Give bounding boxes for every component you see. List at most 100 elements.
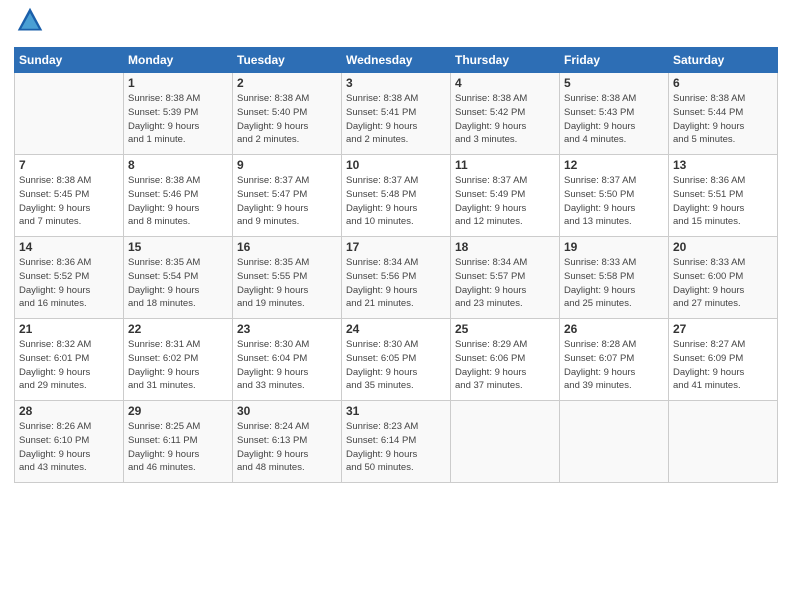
day-info: Sunrise: 8:34 AMSunset: 5:57 PMDaylight:… xyxy=(455,256,555,311)
day-number: 17 xyxy=(346,240,446,254)
day-info: Sunrise: 8:38 AMSunset: 5:42 PMDaylight:… xyxy=(455,92,555,147)
weekday-header: Wednesday xyxy=(342,48,451,73)
day-number: 16 xyxy=(237,240,337,254)
day-info: Sunrise: 8:37 AMSunset: 5:49 PMDaylight:… xyxy=(455,174,555,229)
calendar-day-cell: 15Sunrise: 8:35 AMSunset: 5:54 PMDayligh… xyxy=(124,237,233,319)
calendar-day-cell: 30 Sunrise: 8:24 AMSunset: 6:13 PMDayligh… xyxy=(233,401,342,483)
calendar-week-row: 1 Sunrise: 8:38 AMSunset: 5:39 PMDaylight… xyxy=(15,73,778,155)
calendar-day-cell: 4 Sunrise: 8:38 AMSunset: 5:42 PMDaylight… xyxy=(451,73,560,155)
calendar-day-cell: 20 Sunrise: 8:33 AMSunset: 6:00 PMDayligh… xyxy=(669,237,778,319)
day-info: Sunrise: 8:38 AMSunset: 5:39 PMDaylight:… xyxy=(128,92,228,147)
day-info: Sunrise: 8:38 AMSunset: 5:44 PMDaylight:… xyxy=(673,92,773,147)
calendar-day-cell: 2 Sunrise: 8:38 AMSunset: 5:40 PMDaylight… xyxy=(233,73,342,155)
calendar-day-cell: 18 Sunrise: 8:34 AMSunset: 5:57 PMDayligh… xyxy=(451,237,560,319)
calendar-day-cell xyxy=(669,401,778,483)
day-number: 2 xyxy=(237,76,337,90)
calendar-table: SundayMondayTuesdayWednesdayThursdayFrid… xyxy=(14,47,778,483)
day-number: 4 xyxy=(455,76,555,90)
day-number: 25 xyxy=(455,322,555,336)
day-info: Sunrise: 8:27 AMSunset: 6:09 PMDaylight:… xyxy=(673,338,773,393)
day-info: Sunrise: 8:28 AMSunset: 6:07 PMDaylight:… xyxy=(564,338,664,393)
calendar-day-cell: 9Sunrise: 8:37 AMSunset: 5:47 PMDaylight… xyxy=(233,155,342,237)
logo xyxy=(14,10,44,39)
day-number: 11 xyxy=(455,158,555,172)
day-info: Sunrise: 8:35 AMSunset: 5:55 PMDaylight:… xyxy=(237,256,337,311)
calendar-day-cell: 1 Sunrise: 8:38 AMSunset: 5:39 PMDaylight… xyxy=(124,73,233,155)
calendar-day-cell: 22 Sunrise: 8:31 AMSunset: 6:02 PMDayligh… xyxy=(124,319,233,401)
day-info: Sunrise: 8:30 AMSunset: 6:04 PMDaylight:… xyxy=(237,338,337,393)
day-info: Sunrise: 8:33 AMSunset: 5:58 PMDaylight:… xyxy=(564,256,664,311)
day-info: Sunrise: 8:37 AMSunset: 5:47 PMDaylight:… xyxy=(237,174,337,229)
day-number: 22 xyxy=(128,322,228,336)
day-info: Sunrise: 8:26 AMSunset: 6:10 PMDaylight:… xyxy=(19,420,119,475)
weekday-header: Sunday xyxy=(15,48,124,73)
calendar-day-cell: 11 Sunrise: 8:37 AMSunset: 5:49 PMDayligh… xyxy=(451,155,560,237)
weekday-header: Saturday xyxy=(669,48,778,73)
day-info: Sunrise: 8:24 AMSunset: 6:13 PMDaylight:… xyxy=(237,420,337,475)
calendar-day-cell: 29 Sunrise: 8:25 AMSunset: 6:11 PMDayligh… xyxy=(124,401,233,483)
day-info: Sunrise: 8:33 AMSunset: 6:00 PMDaylight:… xyxy=(673,256,773,311)
day-info: Sunrise: 8:36 AMSunset: 5:52 PMDaylight:… xyxy=(19,256,119,311)
day-number: 13 xyxy=(673,158,773,172)
calendar-day-cell: 24Sunrise: 8:30 AMSunset: 6:05 PMDayligh… xyxy=(342,319,451,401)
calendar-day-cell: 12 Sunrise: 8:37 AMSunset: 5:50 PMDayligh… xyxy=(560,155,669,237)
calendar-day-cell: 17 Sunrise: 8:34 AMSunset: 5:56 PMDayligh… xyxy=(342,237,451,319)
day-info: Sunrise: 8:29 AMSunset: 6:06 PMDaylight:… xyxy=(455,338,555,393)
calendar-day-cell: 21 Sunrise: 8:32 AMSunset: 6:01 PMDayligh… xyxy=(15,319,124,401)
day-number: 23 xyxy=(237,322,337,336)
day-number: 14 xyxy=(19,240,119,254)
day-info: Sunrise: 8:38 AMSunset: 5:40 PMDaylight:… xyxy=(237,92,337,147)
calendar-day-cell: 26Sunrise: 8:28 AMSunset: 6:07 PMDayligh… xyxy=(560,319,669,401)
weekday-header: Friday xyxy=(560,48,669,73)
day-info: Sunrise: 8:25 AMSunset: 6:11 PMDaylight:… xyxy=(128,420,228,475)
weekday-header: Thursday xyxy=(451,48,560,73)
day-info: Sunrise: 8:34 AMSunset: 5:56 PMDaylight:… xyxy=(346,256,446,311)
day-number: 20 xyxy=(673,240,773,254)
calendar-day-cell: 25 Sunrise: 8:29 AMSunset: 6:06 PMDayligh… xyxy=(451,319,560,401)
day-info: Sunrise: 8:23 AMSunset: 6:14 PMDaylight:… xyxy=(346,420,446,475)
day-number: 31 xyxy=(346,404,446,418)
calendar-day-cell: 14 Sunrise: 8:36 AMSunset: 5:52 PMDayligh… xyxy=(15,237,124,319)
calendar-day-cell xyxy=(15,73,124,155)
day-number: 7 xyxy=(19,158,119,172)
page-container: SundayMondayTuesdayWednesdayThursdayFrid… xyxy=(0,0,792,493)
day-number: 27 xyxy=(673,322,773,336)
day-number: 28 xyxy=(19,404,119,418)
day-info: Sunrise: 8:38 AMSunset: 5:45 PMDaylight:… xyxy=(19,174,119,229)
calendar-day-cell: 6 Sunrise: 8:38 AMSunset: 5:44 PMDaylight… xyxy=(669,73,778,155)
day-number: 1 xyxy=(128,76,228,90)
day-number: 29 xyxy=(128,404,228,418)
calendar-day-cell: 5Sunrise: 8:38 AMSunset: 5:43 PMDaylight… xyxy=(560,73,669,155)
calendar-day-cell: 28 Sunrise: 8:26 AMSunset: 6:10 PMDayligh… xyxy=(15,401,124,483)
calendar-day-cell: 27 Sunrise: 8:27 AMSunset: 6:09 PMDayligh… xyxy=(669,319,778,401)
day-info: Sunrise: 8:38 AMSunset: 5:41 PMDaylight:… xyxy=(346,92,446,147)
day-info: Sunrise: 8:38 AMSunset: 5:46 PMDaylight:… xyxy=(128,174,228,229)
calendar-week-row: 7 Sunrise: 8:38 AMSunset: 5:45 PMDaylight… xyxy=(15,155,778,237)
day-number: 10 xyxy=(346,158,446,172)
day-info: Sunrise: 8:36 AMSunset: 5:51 PMDaylight:… xyxy=(673,174,773,229)
day-info: Sunrise: 8:38 AMSunset: 5:43 PMDaylight:… xyxy=(564,92,664,147)
calendar-day-cell: 8 Sunrise: 8:38 AMSunset: 5:46 PMDaylight… xyxy=(124,155,233,237)
day-info: Sunrise: 8:31 AMSunset: 6:02 PMDaylight:… xyxy=(128,338,228,393)
day-number: 19 xyxy=(564,240,664,254)
day-number: 21 xyxy=(19,322,119,336)
day-number: 8 xyxy=(128,158,228,172)
calendar-day-cell: 19 Sunrise: 8:33 AMSunset: 5:58 PMDayligh… xyxy=(560,237,669,319)
weekday-header: Monday xyxy=(124,48,233,73)
calendar-day-cell: 3 Sunrise: 8:38 AMSunset: 5:41 PMDaylight… xyxy=(342,73,451,155)
day-number: 6 xyxy=(673,76,773,90)
day-number: 15 xyxy=(128,240,228,254)
day-number: 12 xyxy=(564,158,664,172)
day-number: 30 xyxy=(237,404,337,418)
calendar-week-row: 14 Sunrise: 8:36 AMSunset: 5:52 PMDayligh… xyxy=(15,237,778,319)
calendar-week-row: 21 Sunrise: 8:32 AMSunset: 6:01 PMDayligh… xyxy=(15,319,778,401)
day-info: Sunrise: 8:37 AMSunset: 5:48 PMDaylight:… xyxy=(346,174,446,229)
calendar-day-cell: 16 Sunrise: 8:35 AMSunset: 5:55 PMDayligh… xyxy=(233,237,342,319)
day-info: Sunrise: 8:37 AMSunset: 5:50 PMDaylight:… xyxy=(564,174,664,229)
day-number: 3 xyxy=(346,76,446,90)
weekday-header: Tuesday xyxy=(233,48,342,73)
header xyxy=(14,10,778,39)
day-info: Sunrise: 8:32 AMSunset: 6:01 PMDaylight:… xyxy=(19,338,119,393)
calendar-day-cell: 7 Sunrise: 8:38 AMSunset: 5:45 PMDaylight… xyxy=(15,155,124,237)
day-number: 18 xyxy=(455,240,555,254)
